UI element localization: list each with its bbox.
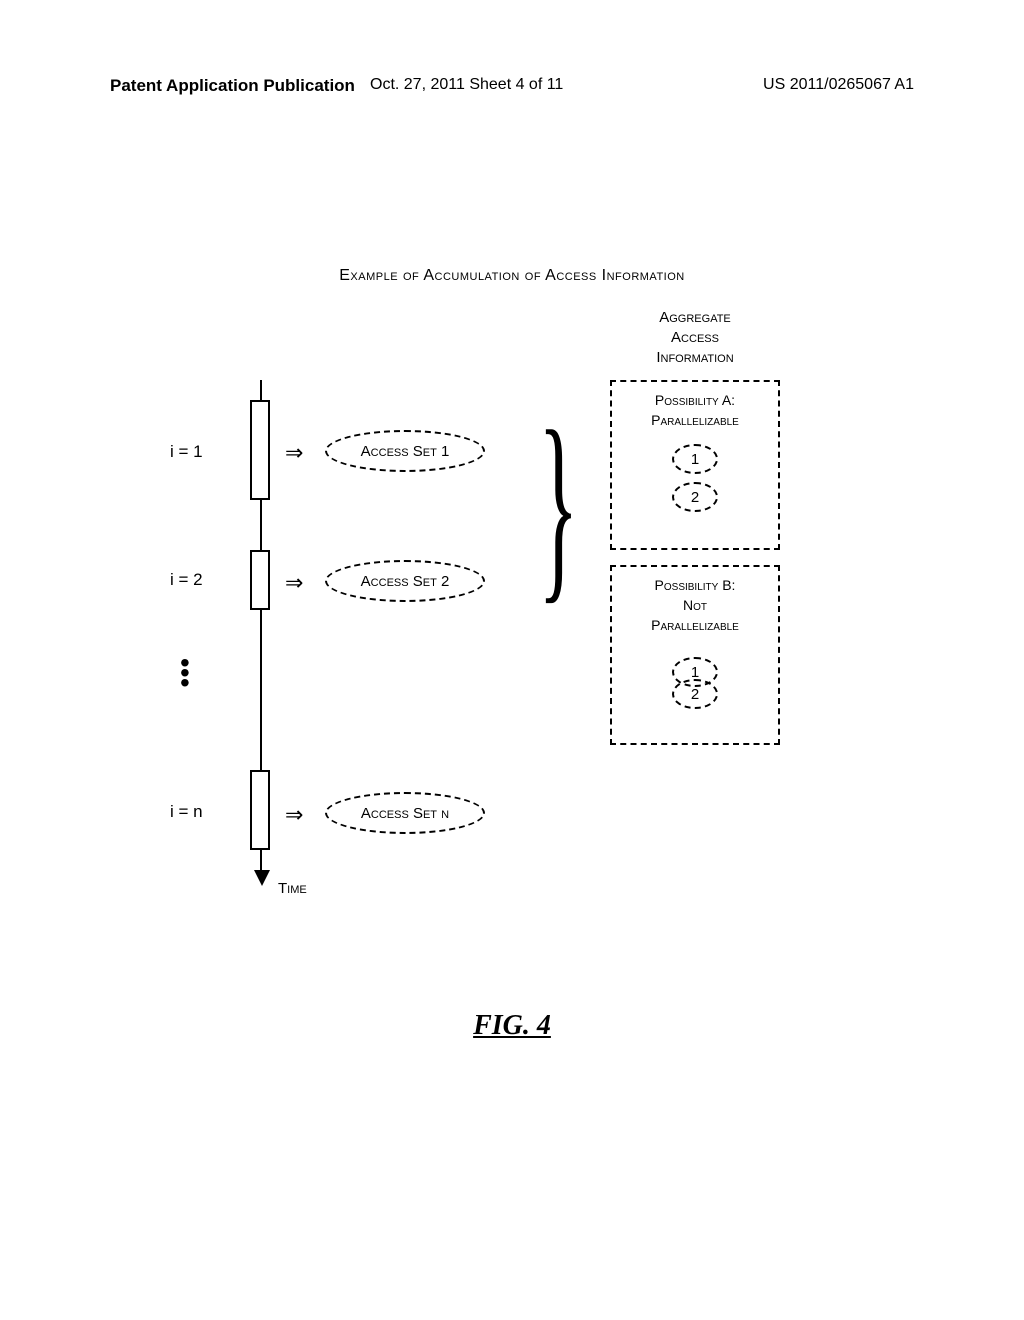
possibility-a-title: Possibility A: Parallelizable xyxy=(618,390,772,430)
possibility-a-box: Possibility A: Parallelizable 1 2 xyxy=(610,380,780,550)
time-axis-label: Time xyxy=(278,880,307,897)
iteration-n-box xyxy=(250,770,270,850)
set-2-ellipse-overlap: 2 xyxy=(672,679,718,709)
set-2-ellipse: 2 xyxy=(672,482,718,512)
iteration-1-box xyxy=(250,400,270,500)
page-header: Patent Application Publication Oct. 27, … xyxy=(0,76,1024,96)
access-set-n: Access Set n xyxy=(325,792,485,834)
iteration-ellipsis: • • • xyxy=(180,658,190,688)
figure-label: FIG. 4 xyxy=(0,1010,1024,1042)
access-set-1: Access Set 1 xyxy=(325,430,485,472)
overlapping-sets: 1 2 xyxy=(665,649,725,709)
iteration-n-label: i = n xyxy=(170,802,203,822)
iteration-1-label: i = 1 xyxy=(170,442,203,462)
diagram-title: Example of Accumulation of Access Inform… xyxy=(0,267,1024,285)
set-1-ellipse: 1 xyxy=(672,444,718,474)
grouping-brace-icon: } xyxy=(538,415,578,595)
header-date-sheet: Oct. 27, 2011 Sheet 4 of 11 xyxy=(370,76,563,94)
iteration-2-box xyxy=(250,550,270,610)
diagram-area: Time i = 1 i = 2 i = n • • • ⇒ ⇒ ⇒ Acces… xyxy=(150,370,900,970)
access-set-2: Access Set 2 xyxy=(325,560,485,602)
possibility-b-box: Possibility B: Not Parallelizable 1 2 xyxy=(610,565,780,745)
header-pub-number: US 2011/0265067 A1 xyxy=(763,76,914,94)
header-publication: Patent Application Publication xyxy=(110,76,355,96)
implies-arrow-icon: ⇒ xyxy=(285,440,303,466)
possibility-b-title: Possibility B: Not Parallelizable xyxy=(618,575,772,635)
time-arrow-icon xyxy=(254,870,270,886)
implies-arrow-icon: ⇒ xyxy=(285,570,303,596)
implies-arrow-icon: ⇒ xyxy=(285,802,303,828)
aggregate-header: Aggregate Access Information xyxy=(610,308,780,368)
iteration-2-label: i = 2 xyxy=(170,570,203,590)
